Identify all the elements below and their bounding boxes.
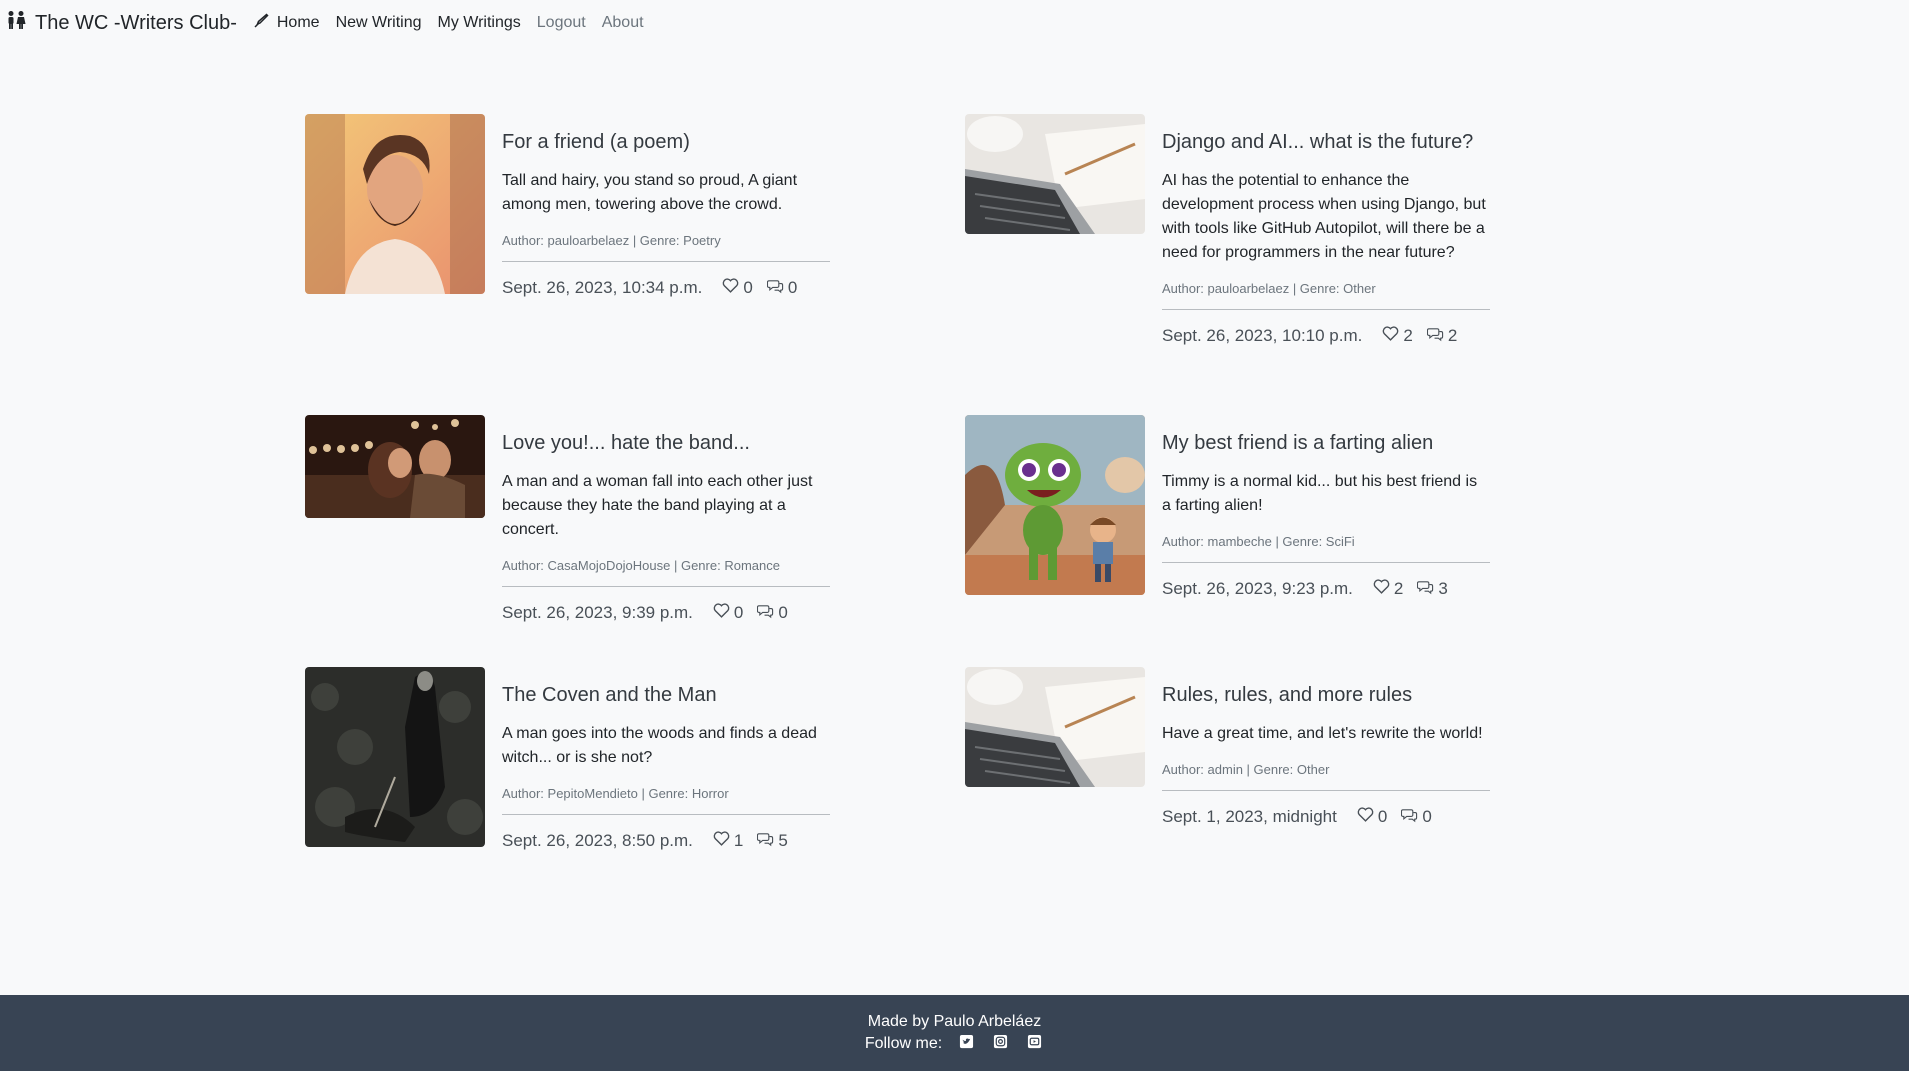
- posts-grid: For a friend (a poem) Tall and hairy, yo…: [305, 114, 1490, 852]
- comments-button[interactable]: 0: [1401, 806, 1432, 828]
- post-meta: Author: CasaMojoDojoHouse | Genre: Roman…: [502, 558, 830, 587]
- nav-about[interactable]: About: [602, 14, 644, 32]
- twitter-link[interactable]: [956, 1034, 976, 1054]
- post-meta: Author: pauloarbelaez | Genre: Other: [1162, 281, 1490, 310]
- heart-icon: [1373, 578, 1390, 600]
- made-by-text: Made by Paulo Arbeláez: [867, 1012, 1042, 1030]
- twitter-icon: [959, 1034, 974, 1054]
- post-summary: Timmy is a normal kid... but his best fr…: [1162, 473, 1478, 514]
- youtube-link[interactable]: [1024, 1034, 1044, 1054]
- post-image-couple[interactable]: [305, 415, 485, 518]
- comments-icon: [1417, 578, 1434, 600]
- post-image-alien[interactable]: [965, 415, 1145, 595]
- like-count: 2: [1393, 579, 1404, 598]
- post-date: Sept. 26, 2023, 9:23 p.m.: [1162, 579, 1353, 598]
- comments-icon: [1401, 806, 1418, 828]
- post-summary: Tall and hairy, you stand so proud, A gi…: [502, 172, 798, 213]
- post-date: Sept. 26, 2023, 8:50 p.m.: [502, 831, 693, 850]
- post-title[interactable]: Django and AI... what is the future?: [1162, 130, 1490, 154]
- post-date: Sept. 26, 2023, 10:10 p.m.: [1162, 326, 1363, 345]
- comments-icon: [766, 277, 784, 299]
- comment-count: 2: [1447, 326, 1458, 345]
- site-footer: Made by Paulo Arbeláez Follow me:: [0, 995, 1909, 1071]
- post-summary: Have a great time, and let's rewrite the…: [1162, 725, 1483, 742]
- post-image-laptop[interactable]: [965, 667, 1145, 787]
- post-summary: A man and a woman fall into each other j…: [502, 473, 813, 538]
- nav-my-writings[interactable]: My Writings: [438, 14, 521, 32]
- post-image-dark-woods[interactable]: [305, 667, 485, 847]
- pen-icon: [253, 12, 269, 34]
- like-button[interactable]: 0: [713, 602, 743, 624]
- brand-link[interactable]: The WC -Writers Club-: [6, 10, 237, 36]
- post-image-bearded-man[interactable]: [305, 114, 485, 294]
- post-card: Rules, rules, and more rules Have a grea…: [965, 667, 1490, 852]
- post-title[interactable]: For a friend (a poem): [502, 130, 830, 154]
- comments-button[interactable]: 0: [766, 277, 798, 299]
- post-summary: AI has the potential to enhance the deve…: [1162, 172, 1486, 261]
- post-summary: A man goes into the woods and finds a de…: [502, 725, 817, 766]
- comment-count: 0: [778, 603, 788, 622]
- comments-icon: [757, 602, 774, 624]
- post-meta: Author: mambeche | Genre: SciFi: [1162, 534, 1490, 563]
- post-meta: Author: pauloarbelaez | Genre: Poetry: [502, 233, 830, 262]
- comment-count: 0: [787, 278, 798, 297]
- people-icon: [6, 10, 26, 36]
- comments-icon: [757, 830, 774, 852]
- heart-icon: [722, 277, 739, 299]
- follow-row: Follow me:: [865, 1034, 1044, 1054]
- comments-button[interactable]: 2: [1426, 325, 1458, 347]
- post-card: For a friend (a poem) Tall and hairy, yo…: [305, 114, 830, 415]
- post-date: Sept. 26, 2023, 9:39 p.m.: [502, 603, 693, 622]
- instagram-link[interactable]: [990, 1034, 1010, 1054]
- heart-icon: [713, 602, 730, 624]
- follow-label: Follow me:: [864, 1034, 943, 1052]
- post-card: The Coven and the Man A man goes into th…: [305, 667, 830, 852]
- post-title[interactable]: Rules, rules, and more rules: [1162, 683, 1490, 707]
- post-card: My best friend is a farting alien Timmy …: [965, 415, 1490, 667]
- like-count: 0: [743, 278, 753, 297]
- heart-icon: [1382, 325, 1399, 347]
- post-title[interactable]: Love you!... hate the band...: [502, 431, 830, 455]
- like-button[interactable]: 1: [713, 830, 743, 852]
- post-image-laptop[interactable]: [965, 114, 1145, 234]
- comments-icon: [1426, 325, 1444, 347]
- comments-button[interactable]: 0: [757, 602, 788, 624]
- youtube-icon: [1027, 1034, 1042, 1054]
- nav-home[interactable]: Home: [253, 12, 320, 34]
- like-count: 1: [733, 831, 744, 850]
- post-date: Sept. 1, 2023, midnight: [1162, 807, 1337, 826]
- post-card: Django and AI... what is the future? AI …: [965, 114, 1490, 415]
- nav-logout[interactable]: Logout: [537, 14, 586, 32]
- comment-count: 0: [1422, 807, 1432, 826]
- like-button[interactable]: 0: [1357, 806, 1387, 828]
- navbar: The WC -Writers Club- Home New Writing M…: [0, 0, 1909, 46]
- brand-label: The WC -Writers Club-: [35, 11, 237, 34]
- heart-icon: [713, 830, 730, 852]
- instagram-icon: [993, 1034, 1008, 1054]
- like-button[interactable]: 2: [1373, 578, 1403, 600]
- like-button[interactable]: 0: [722, 277, 753, 299]
- nav-home-label: Home: [276, 14, 320, 31]
- post-card: Love you!... hate the band... A man and …: [305, 415, 830, 667]
- comments-button[interactable]: 3: [1417, 578, 1448, 600]
- post-date: Sept. 26, 2023, 10:34 p.m.: [502, 278, 703, 297]
- post-title[interactable]: The Coven and the Man: [502, 683, 830, 707]
- like-count: 0: [1377, 807, 1388, 826]
- comment-count: 5: [778, 831, 788, 850]
- post-title[interactable]: My best friend is a farting alien: [1162, 431, 1490, 455]
- like-button[interactable]: 2: [1382, 325, 1413, 347]
- post-meta: Author: PepitoMendieto | Genre: Horror: [502, 786, 830, 815]
- heart-icon: [1357, 806, 1374, 828]
- post-meta: Author: admin | Genre: Other: [1162, 762, 1490, 791]
- like-count: 2: [1403, 326, 1413, 345]
- comments-button[interactable]: 5: [757, 830, 788, 852]
- like-count: 0: [733, 603, 744, 622]
- comment-count: 3: [1438, 579, 1448, 598]
- nav-new-writing[interactable]: New Writing: [336, 14, 422, 32]
